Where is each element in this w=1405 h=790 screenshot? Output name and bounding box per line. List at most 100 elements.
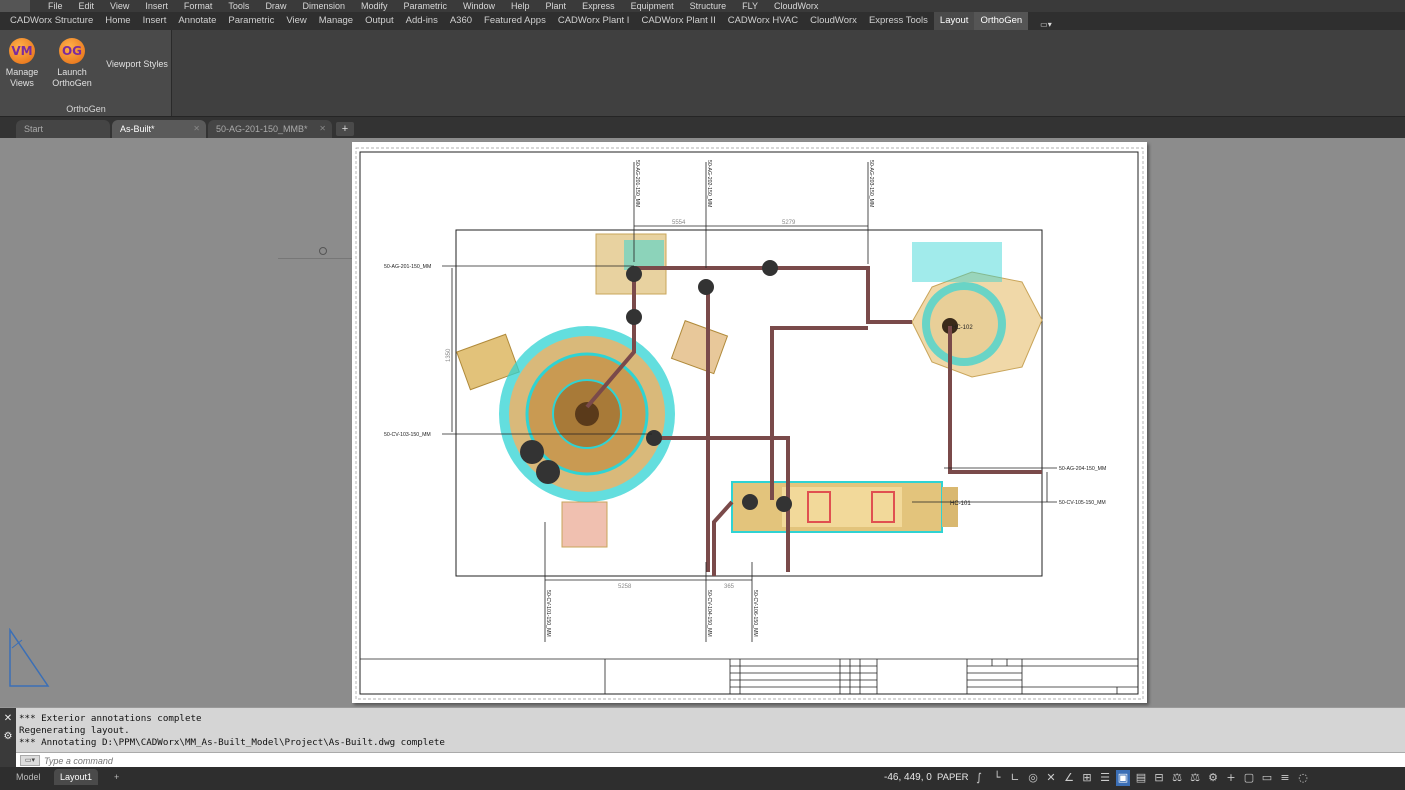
close-icon[interactable]: ✕ bbox=[193, 120, 200, 138]
polar-icon[interactable]: ∟ bbox=[1008, 770, 1022, 786]
lineweight-icon[interactable]: ∠ bbox=[1062, 770, 1076, 786]
add-layout-button[interactable]: + bbox=[108, 769, 125, 785]
tab-cadworx-hvac[interactable]: CADWorx HVAC bbox=[722, 12, 804, 30]
menu-draw[interactable]: Draw bbox=[257, 0, 294, 12]
menu-window[interactable]: Window bbox=[455, 0, 503, 12]
tab-output[interactable]: Output bbox=[359, 12, 400, 30]
drawing-workspace[interactable]: 5554 5279 5258 365 1350 50-AG-201-150_MM… bbox=[0, 138, 1405, 707]
line-label: 50-CV-104-150_MM bbox=[706, 590, 712, 637]
tab-annotate[interactable]: Annotate bbox=[172, 12, 222, 30]
wrench-icon[interactable]: ⚙ bbox=[0, 730, 16, 744]
ribbon-tabs: CADWorx Structure Home Insert Annotate P… bbox=[0, 12, 1405, 30]
clean-screen-icon[interactable]: ◌ bbox=[1296, 770, 1310, 786]
orthogen-panel: VM Manage Views OG Launch OrthoGen Viewp… bbox=[0, 30, 172, 116]
tab-a360[interactable]: A360 bbox=[444, 12, 478, 30]
menu-parametric[interactable]: Parametric bbox=[396, 0, 456, 12]
annotation-icon[interactable]: ⊞ bbox=[1080, 770, 1094, 786]
file-tab-as-built[interactable]: As-Built* ✕ bbox=[112, 120, 206, 138]
menu-file[interactable]: File bbox=[40, 0, 71, 12]
command-window: ✕ ⚙ *** Exterior annotations complete Reg… bbox=[0, 707, 1405, 768]
command-line: Regenerating layout. bbox=[19, 725, 130, 736]
customize-icon[interactable]: ≡ bbox=[1278, 770, 1292, 786]
menu-modify[interactable]: Modify bbox=[353, 0, 396, 12]
quick-view-icon[interactable]: ⊟ bbox=[1152, 770, 1166, 786]
tab-parametric[interactable]: Parametric bbox=[222, 12, 280, 30]
sheet-border bbox=[359, 151, 1139, 695]
selection-cycling-icon[interactable]: ▣ bbox=[1116, 770, 1130, 786]
launch-orthogen-label-2: OrthoGen bbox=[52, 78, 92, 88]
file-tab-label: 50-AG-201-150_MMB* bbox=[216, 124, 308, 134]
file-tab-label: Start bbox=[24, 124, 44, 134]
file-tab-start[interactable]: Start bbox=[16, 120, 110, 138]
close-icon[interactable]: ✕ bbox=[319, 120, 326, 138]
viewport-styles-button[interactable]: Viewport Styles bbox=[104, 59, 170, 70]
menu-fly[interactable]: FLY bbox=[734, 0, 766, 12]
line-label: 50-CV-105-150_MM bbox=[1059, 500, 1106, 506]
cursor-crosshair bbox=[278, 258, 358, 259]
tab-insert[interactable]: Insert bbox=[137, 12, 173, 30]
tab-cadworx-structure[interactable]: CADWorx Structure bbox=[4, 12, 99, 30]
tab-manage[interactable]: Manage bbox=[313, 12, 359, 30]
tab-featured-apps[interactable]: Featured Apps bbox=[478, 12, 552, 30]
menu-equipment[interactable]: Equipment bbox=[623, 0, 682, 12]
ortho-icon[interactable]: └ bbox=[990, 770, 1004, 786]
layout-sheet[interactable]: 5554 5279 5258 365 1350 50-AG-201-150_MM… bbox=[352, 142, 1147, 703]
command-prompt-icon[interactable]: ▭▾ bbox=[20, 755, 40, 766]
tab-home[interactable]: Home bbox=[99, 12, 136, 30]
launch-orthogen-button[interactable]: OG Launch OrthoGen bbox=[50, 38, 94, 89]
ribbon-options-icon[interactable]: ▭▾ bbox=[1034, 16, 1056, 29]
line-label: 50-AG-201-150_MM bbox=[384, 264, 431, 270]
menu-view[interactable]: View bbox=[102, 0, 137, 12]
printable-area bbox=[355, 147, 1144, 700]
menu-express[interactable]: Express bbox=[574, 0, 623, 12]
manage-views-label-1: Manage bbox=[5, 67, 39, 77]
file-tab-50-ag-201[interactable]: 50-AG-201-150_MMB* ✕ bbox=[208, 120, 332, 138]
menu-tools[interactable]: Tools bbox=[220, 0, 257, 12]
otrack-icon[interactable]: ✕ bbox=[1044, 770, 1058, 786]
tab-layout[interactable]: Layout bbox=[933, 12, 975, 30]
osnap-icon[interactable]: ◎ bbox=[1026, 770, 1040, 786]
tab-orthogen[interactable]: OrthoGen bbox=[974, 12, 1029, 30]
dim-label: 5258 bbox=[618, 584, 632, 590]
gear-icon[interactable]: ⚙ bbox=[1206, 770, 1220, 786]
tab-cadworx-plant-2[interactable]: CADWorx Plant II bbox=[635, 12, 721, 30]
close-icon[interactable]: ✕ bbox=[0, 712, 16, 726]
menu-insert[interactable]: Insert bbox=[137, 0, 176, 12]
application-button[interactable] bbox=[0, 0, 30, 12]
plus-icon[interactable]: + bbox=[1224, 770, 1238, 786]
tab-model[interactable]: Model bbox=[10, 769, 47, 785]
visibility-icon[interactable]: ⚖ bbox=[1188, 770, 1202, 786]
annotation-scale-icon[interactable]: ⚖ bbox=[1170, 770, 1184, 786]
tab-layout1[interactable]: Layout1 bbox=[54, 769, 99, 785]
layer-icon[interactable]: ▤ bbox=[1134, 770, 1148, 786]
command-history: *** Exterior annotations complete Regener… bbox=[19, 713, 445, 749]
orthogen-icon: OG bbox=[59, 38, 85, 64]
space-toggle[interactable]: PAPER bbox=[937, 772, 969, 783]
tab-express-tools[interactable]: Express Tools bbox=[863, 12, 934, 30]
title-block bbox=[360, 658, 1138, 694]
menu-plant[interactable]: Plant bbox=[538, 0, 575, 12]
menu-format[interactable]: Format bbox=[176, 0, 221, 12]
menu-cloudworx[interactable]: CloudWorx bbox=[766, 0, 826, 12]
menu-edit[interactable]: Edit bbox=[71, 0, 103, 12]
file-tab-label: As-Built* bbox=[120, 124, 155, 134]
tab-view[interactable]: View bbox=[280, 12, 312, 30]
monitor-icon[interactable]: ▭ bbox=[1260, 770, 1274, 786]
new-tab-button[interactable]: + bbox=[336, 122, 354, 136]
launch-orthogen-label-1: Launch bbox=[57, 67, 87, 77]
tab-cloudworx[interactable]: CloudWorx bbox=[804, 12, 863, 30]
manage-views-button[interactable]: VM Manage Views bbox=[4, 38, 40, 89]
line-label: 50-CV-101-150_MM bbox=[545, 590, 551, 637]
isolate-icon[interactable]: ▢ bbox=[1242, 770, 1256, 786]
cursor-pickbox bbox=[319, 247, 327, 255]
line-label: 50-AG-203-150_MM bbox=[868, 160, 874, 207]
drawing-svg: 5554 5279 5258 365 1350 50-AG-201-150_MM… bbox=[355, 147, 1144, 700]
properties-icon[interactable]: ☰ bbox=[1098, 770, 1112, 786]
tab-cadworx-plant-1[interactable]: CADWorx Plant I bbox=[552, 12, 636, 30]
menu-structure[interactable]: Structure bbox=[682, 0, 735, 12]
menu-dimension[interactable]: Dimension bbox=[294, 0, 353, 12]
menu-help[interactable]: Help bbox=[503, 0, 538, 12]
command-input[interactable] bbox=[44, 754, 644, 767]
tab-add-ins[interactable]: Add-ins bbox=[400, 12, 444, 30]
snap-icon[interactable]: ∫ bbox=[972, 770, 986, 786]
